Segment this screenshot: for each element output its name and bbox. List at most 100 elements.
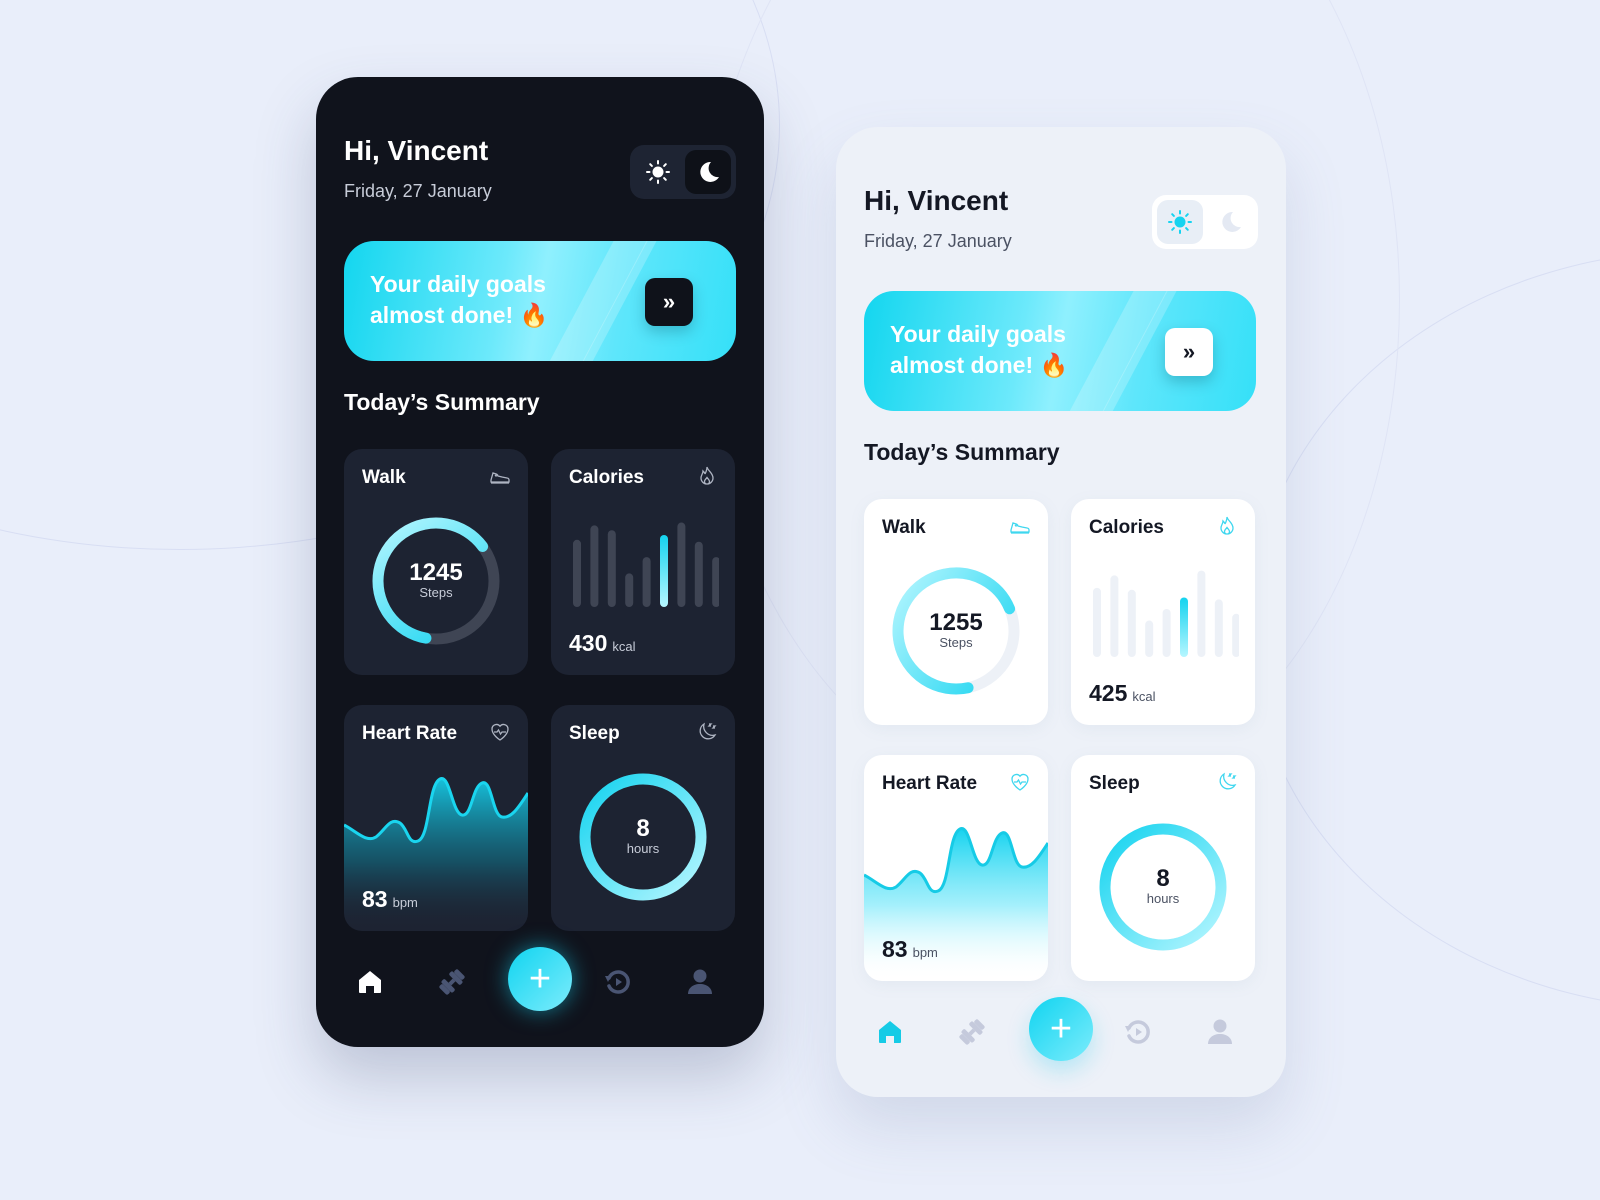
history-icon	[605, 970, 630, 994]
calories-bar	[1093, 587, 1101, 657]
calories-bar	[1145, 620, 1154, 657]
light-mode-button[interactable]	[1157, 200, 1203, 244]
phone-dark-mode: Hi, Vincent Friday, 27 January Your dail…	[316, 77, 764, 1047]
theme-toggle[interactable]	[1152, 195, 1258, 249]
bottom-navigation: +	[836, 997, 1286, 1067]
sleep-label: hours	[626, 841, 660, 856]
card-title: Calories	[1089, 517, 1164, 538]
calories-value: 425 kcal	[1089, 680, 1156, 706]
date-label: Friday, 27 January	[344, 181, 492, 201]
history-icon	[1125, 1020, 1150, 1044]
calories-bar	[573, 539, 581, 607]
home-icon	[879, 1021, 901, 1043]
calories-bar	[607, 530, 616, 607]
double-chevron-right-icon: »	[1182, 339, 1196, 364]
goals-forward-button[interactable]: »	[645, 278, 693, 326]
moon-icon	[1222, 211, 1241, 232]
calories-value: 430 kcal	[569, 630, 636, 656]
calories-card[interactable]: Calories 430 kcal	[551, 449, 735, 675]
calories-card[interactable]: Calories 425 kcal	[1071, 499, 1255, 725]
calories-bar	[1214, 599, 1223, 657]
section-title: Today’s Summary	[864, 439, 1060, 465]
nav-workouts[interactable]	[954, 1014, 990, 1050]
nav-home[interactable]	[352, 964, 388, 1000]
card-title: Heart Rate	[882, 773, 978, 794]
dumbbell-icon	[439, 969, 465, 995]
calories-bar	[660, 535, 668, 607]
calories-bar	[1197, 570, 1206, 657]
dark-mode-button[interactable]	[1207, 200, 1253, 244]
heart-rate-card[interactable]: Heart Rate 83 bpm	[864, 755, 1048, 981]
calories-bar	[625, 573, 634, 607]
steps-label: Steps	[939, 635, 973, 650]
nav-home[interactable]	[872, 1014, 908, 1050]
home-icon	[359, 971, 381, 993]
calories-bar	[1127, 589, 1136, 657]
card-title: Sleep	[1089, 773, 1140, 794]
sneaker-icon	[1010, 522, 1030, 534]
date-label: Friday, 27 January	[864, 231, 1012, 251]
sleep-card[interactable]: Sleep 8 hours	[1071, 755, 1255, 981]
bottom-navigation: +	[316, 947, 764, 1017]
heart-rate-value: 83 bpm	[362, 886, 418, 912]
card-title: Walk	[882, 517, 926, 538]
walk-card[interactable]: Walk 1255 Steps	[864, 499, 1048, 725]
banner-text: Your daily goals almost done! 🔥	[370, 271, 549, 328]
section-title: Today’s Summary	[344, 389, 540, 415]
nav-profile[interactable]	[1202, 1014, 1238, 1050]
goals-forward-button[interactable]: »	[1165, 328, 1213, 376]
nav-profile[interactable]	[682, 964, 718, 1000]
flame-icon	[1220, 516, 1234, 535]
card-title: Walk	[362, 467, 406, 488]
calories-bar	[1232, 613, 1239, 657]
phone-light-mode: Hi, Vincent Friday, 27 January Your dail…	[836, 127, 1286, 1097]
moon-icon	[700, 161, 719, 182]
theme-toggle[interactable]	[630, 145, 736, 199]
dumbbell-icon	[959, 1019, 985, 1045]
sun-icon	[646, 160, 670, 184]
moon-zzz-icon	[699, 722, 717, 740]
profile-icon	[688, 969, 712, 994]
flame-icon	[700, 466, 714, 485]
card-title: Sleep	[569, 723, 620, 744]
background-arc	[1250, 250, 1600, 1010]
calories-bar	[1162, 609, 1171, 657]
calories-bar	[590, 525, 599, 607]
heart-pulse-icon	[1011, 773, 1029, 791]
nav-history[interactable]	[1120, 1014, 1156, 1050]
card-title: Heart Rate	[362, 723, 458, 744]
nav-workouts[interactable]	[434, 964, 470, 1000]
calories-bar	[642, 557, 651, 607]
sleep-card[interactable]: Sleep 8 hours	[551, 705, 735, 931]
calories-bar	[694, 541, 703, 607]
calories-bar-chart	[573, 522, 719, 607]
heart-rate-card[interactable]: Heart Rate 83 bpm	[344, 705, 528, 931]
dark-mode-button[interactable]	[685, 150, 731, 194]
light-mode-button[interactable]	[635, 150, 681, 194]
daily-goals-banner[interactable]: Your daily goals almost done! 🔥 »	[344, 241, 736, 361]
add-button[interactable]: +	[1029, 997, 1093, 1061]
sun-icon	[1168, 210, 1192, 234]
heart-rate-value: 83 bpm	[882, 936, 938, 962]
sleep-value: 8	[636, 815, 650, 842]
greeting: Hi, Vincent	[864, 185, 1009, 216]
sleep-label: hours	[1146, 891, 1180, 906]
calories-bar	[712, 557, 719, 607]
sneaker-icon	[490, 472, 510, 484]
double-chevron-right-icon: »	[662, 289, 676, 314]
moon-zzz-icon	[1219, 772, 1237, 790]
calories-bar	[677, 522, 686, 607]
greeting: Hi, Vincent	[344, 135, 489, 166]
calories-bar	[1110, 575, 1119, 657]
daily-goals-banner[interactable]: Your daily goals almost done! 🔥 »	[864, 291, 1256, 411]
nav-history[interactable]	[600, 964, 636, 1000]
banner-text: Your daily goals almost done! 🔥	[890, 321, 1069, 378]
add-icon: +	[528, 957, 552, 1000]
add-icon: +	[1049, 1007, 1073, 1050]
walk-card[interactable]: Walk 1245 Steps	[344, 449, 528, 675]
steps-value: 1245	[409, 559, 463, 586]
add-button[interactable]: +	[508, 947, 572, 1011]
steps-label: Steps	[419, 585, 453, 600]
calories-bar	[1180, 597, 1188, 657]
card-title: Calories	[569, 467, 644, 488]
